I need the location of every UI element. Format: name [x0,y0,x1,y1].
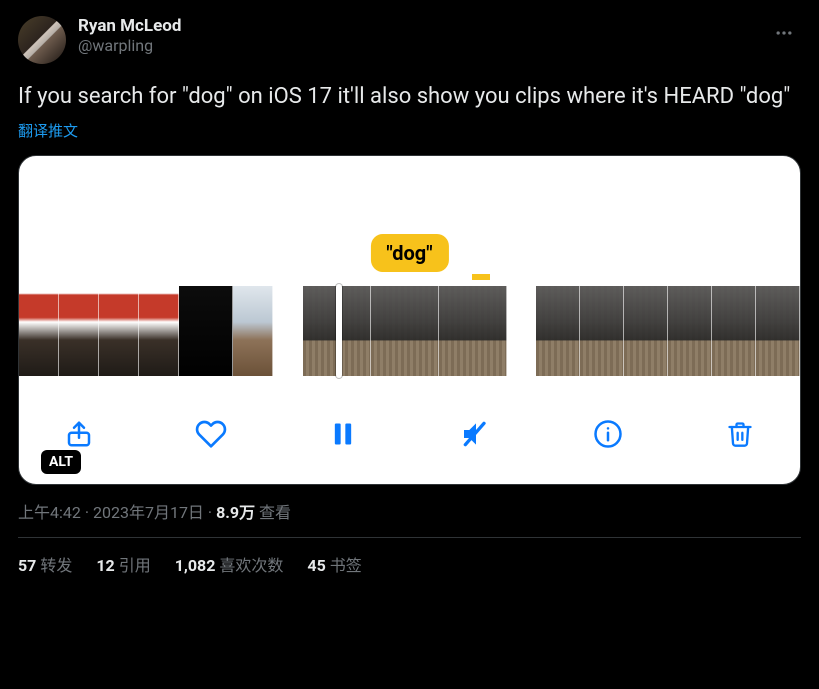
views-label: 查看 [259,503,291,522]
tweet-stats: 57转发 12 引用 1,082喜欢次数 45 书签 [18,552,801,576]
tweet-meta: 上午4:42 · 2023年7月17日 · 8.9万 查看 [18,499,801,523]
clip-group-2 [303,286,507,376]
mute-button[interactable] [456,414,496,454]
views-count: 8.9万 [216,503,255,522]
divider [18,537,801,538]
pause-button[interactable] [323,414,363,454]
clip-thumbnail [233,286,273,376]
bookmarks-label: 书签 [330,556,362,575]
media-card[interactable]: "dog" [18,155,801,485]
pause-icon [329,420,357,448]
timeline-gap [273,286,303,376]
clip-thumbnail [580,286,624,376]
caption-bubble: "dog" [370,234,448,272]
more-icon [774,23,794,43]
display-name: Ryan McLeod [78,16,767,36]
clip-thumbnail [536,286,580,376]
like-button[interactable] [191,414,231,454]
clip-group-3 [536,286,800,376]
retweets-label: 转发 [40,556,72,575]
bookmarks-stat[interactable]: 45 书签 [307,552,361,576]
video-timeline[interactable] [19,286,800,376]
tweet: Ryan McLeod @warpling If you search for … [0,0,819,576]
clip-thumbnail [439,286,507,376]
retweets-stat[interactable]: 57转发 [18,552,72,576]
clip-thumbnail [712,286,756,376]
speaker-muted-icon [460,418,492,450]
clip-thumbnail [756,286,800,376]
caption-marker [472,274,490,280]
info-icon [593,419,623,449]
quotes-count: 12 [96,556,114,575]
translate-link[interactable]: 翻译推文 [18,120,801,141]
delete-button[interactable] [720,414,760,454]
likes-label: 喜欢次数 [219,556,283,575]
likes-stat[interactable]: 1,082喜欢次数 [175,552,284,576]
avatar[interactable] [18,16,66,64]
share-icon [64,419,94,449]
heart-icon [195,418,227,450]
clip-thumbnail [59,286,99,376]
tweet-text: If you search for "dog" on iOS 17 it'll … [18,82,801,112]
clip-thumbnail [179,286,233,376]
media-toolbar [19,398,800,470]
quotes-stat[interactable]: 12 引用 [96,552,150,576]
trash-icon [726,420,754,448]
author-name-block[interactable]: Ryan McLeod @warpling [78,16,767,57]
share-button[interactable] [59,414,99,454]
bookmarks-count: 45 [307,556,325,575]
tweet-date[interactable]: 2023年7月17日 [93,503,204,522]
quotes-label: 引用 [119,556,151,575]
tweet-header: Ryan McLeod @warpling [18,16,801,64]
info-button[interactable] [588,414,628,454]
playhead[interactable] [336,284,342,378]
clip-group-1 [19,286,273,376]
clip-thumbnail [371,286,439,376]
clip-thumbnail [668,286,712,376]
timeline-gap [507,286,537,376]
clip-thumbnail [624,286,668,376]
handle: @warpling [78,36,767,57]
tweet-time[interactable]: 上午4:42 [18,503,81,522]
likes-count: 1,082 [175,556,216,575]
clip-thumbnail [19,286,59,376]
retweets-count: 57 [18,556,36,575]
alt-badge[interactable]: ALT [41,450,81,474]
more-button[interactable] [767,16,801,50]
clip-thumbnail [99,286,139,376]
clip-thumbnail [139,286,179,376]
